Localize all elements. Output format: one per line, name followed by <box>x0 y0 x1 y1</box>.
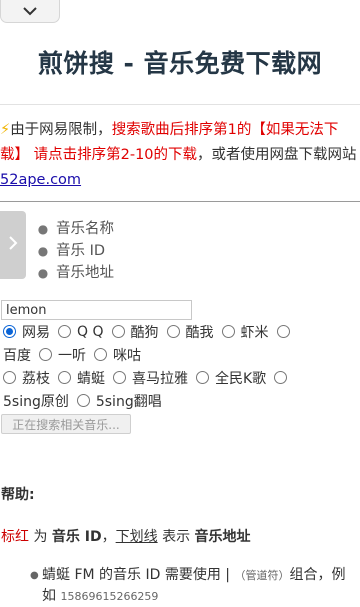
radio-label: 虾米 <box>240 324 269 341</box>
radio-label: 蜻蜓 <box>77 370 105 387</box>
radio-5sing-fc[interactable] <box>76 394 90 407</box>
radio-netease[interactable] <box>3 325 16 338</box>
radio-5sing-yc[interactable] <box>274 371 288 384</box>
radio-quanminkge[interactable] <box>196 371 209 384</box>
bullet-icon: ● <box>37 266 49 280</box>
radio-migu[interactable] <box>94 348 107 361</box>
radio-qq[interactable] <box>58 325 71 338</box>
chevron-right-icon <box>8 235 18 255</box>
notice-part1: 由于网易限制， <box>10 122 112 138</box>
radio-xiami[interactable] <box>221 325 235 338</box>
radio-row: 5sing原创 5sing翻唱 <box>3 389 359 412</box>
radio-lizhi[interactable] <box>3 371 16 384</box>
help-item: ● 蜻蜓 FM 的音乐 ID 需要使用 | （管道符）组合，例如 1586961… <box>30 565 355 607</box>
notice-part3: ，或者使用网盘下载网站 <box>197 147 357 163</box>
divider <box>0 201 360 202</box>
radio-row: 网易 Q Q 酷狗 酷我 虾米 <box>3 320 359 343</box>
radio-qingting[interactable] <box>58 371 71 384</box>
netdisk-link[interactable]: 52ape.com <box>0 172 81 188</box>
bullet-icon: ● <box>30 570 39 581</box>
bullet-icon: ● <box>37 222 49 236</box>
radio-label: 5sing翻唱 <box>95 393 162 410</box>
radio-label: 5sing原创 <box>3 393 69 410</box>
radio-label: 荔枝 <box>22 370 50 387</box>
radio-label: 网易 <box>22 324 50 341</box>
side-drawer-tab[interactable] <box>0 211 26 279</box>
bullet-icon: ● <box>37 244 49 258</box>
radio-label: 酷我 <box>185 324 214 341</box>
source-radio-group: 网易 Q Q 酷狗 酷我 虾米 百度 一听 咪咕 荔枝 蜻蜓 喜马拉雅 全民K歌… <box>3 320 359 412</box>
page-title: 煎饼搜 - 音乐免费下载网 <box>37 49 323 78</box>
radio-label: 咪咕 <box>113 347 141 364</box>
radio-label: 全民K歌 <box>215 370 267 387</box>
site-header: 煎饼搜 - 音乐免费下载网 <box>0 0 360 105</box>
radio-row: 荔枝 蜻蜓 喜马拉雅 全民K歌 <box>3 366 359 389</box>
help-list: ● 蜻蜓 FM 的音乐 ID 需要使用 | （管道符）组合，例如 1586961… <box>30 565 355 607</box>
radio-kuwo[interactable] <box>166 325 180 338</box>
search-type-list: ● 音乐名称 ● 音乐 ID ● 音乐地址 <box>30 218 114 284</box>
radio-label: 百度 <box>3 347 31 364</box>
help-legend: 标红 为 音乐 ID，下划线 表示 音乐地址 <box>1 529 251 545</box>
search-type-item[interactable]: ● 音乐名称 <box>30 218 114 240</box>
radio-yiting[interactable] <box>39 348 52 361</box>
notice-text: ⚡由于网易限制，搜索歌曲后排序第1的【如果无法下载】 请点击排序第2-10的下载… <box>0 118 358 193</box>
radio-label: Q Q <box>77 323 104 340</box>
search-button[interactable]: 正在搜索相关音乐... <box>1 414 131 434</box>
search-type-item[interactable]: ● 音乐地址 <box>30 262 114 284</box>
radio-label: 一听 <box>58 347 86 364</box>
help-title: 帮助: <box>1 487 35 503</box>
search-input[interactable] <box>1 300 192 320</box>
radio-label: 酷狗 <box>130 324 159 341</box>
lightning-icon: ⚡ <box>0 122 11 138</box>
chevron-down-icon <box>22 6 38 16</box>
radio-label: 喜马拉雅 <box>132 370 188 387</box>
radio-row: 百度 一听 咪咕 <box>3 343 359 366</box>
radio-kugou[interactable] <box>111 325 125 338</box>
collapse-tab[interactable] <box>0 0 60 23</box>
radio-ximalaya[interactable] <box>113 371 126 384</box>
radio-baidu[interactable] <box>276 325 290 338</box>
search-type-item[interactable]: ● 音乐 ID <box>30 240 114 262</box>
